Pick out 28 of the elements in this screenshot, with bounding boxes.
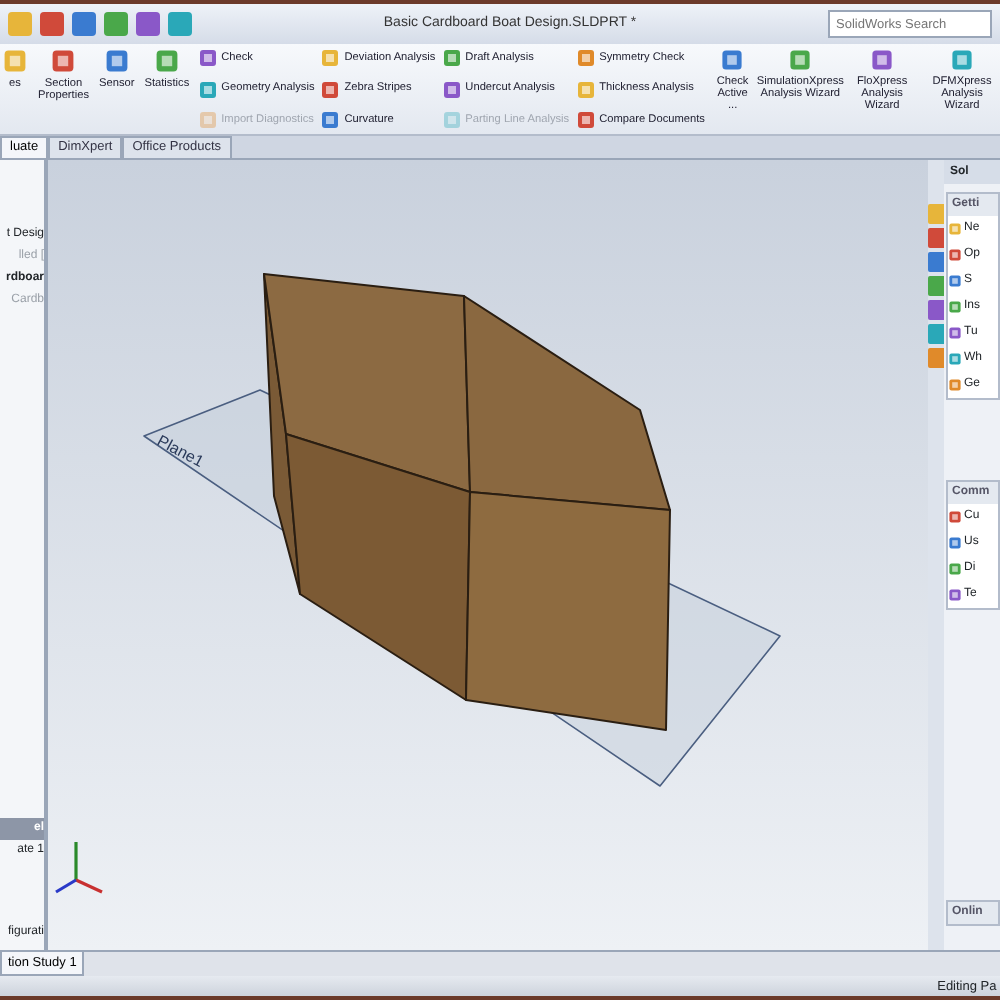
tool-icon: [949, 48, 974, 72]
toolbar-button[interactable]: [72, 12, 96, 36]
model-drawing[interactable]: [143, 273, 781, 787]
tool-icon: [575, 48, 596, 68]
tool-icon: [320, 79, 341, 99]
tool-icon: [2, 48, 28, 74]
tool-icon: [320, 110, 341, 130]
tool-icon: [103, 48, 130, 74]
tool-icon: [441, 79, 462, 99]
tool-icon: [153, 48, 180, 74]
tool-icon: [441, 48, 462, 68]
toolbar-button[interactable]: [136, 12, 160, 36]
toolbar-button[interactable]: [8, 12, 32, 36]
tool-icon: [197, 48, 218, 68]
tool-icon: [720, 48, 745, 72]
toolbar-button[interactable]: [40, 12, 64, 36]
toolbar-button[interactable]: [168, 12, 192, 36]
axis-triad-drawing: [55, 842, 103, 894]
tool-icon: [197, 110, 218, 130]
tool-icon: [197, 79, 218, 99]
tool-icon: [870, 48, 895, 72]
tool-icon: [320, 48, 341, 68]
toolbar-button[interactable]: [104, 12, 128, 36]
tool-icon: [788, 48, 813, 72]
tool-icon: [575, 110, 596, 130]
tool-icon: [575, 79, 596, 99]
tool-icon: [441, 110, 462, 130]
tool-icon: [50, 48, 77, 74]
